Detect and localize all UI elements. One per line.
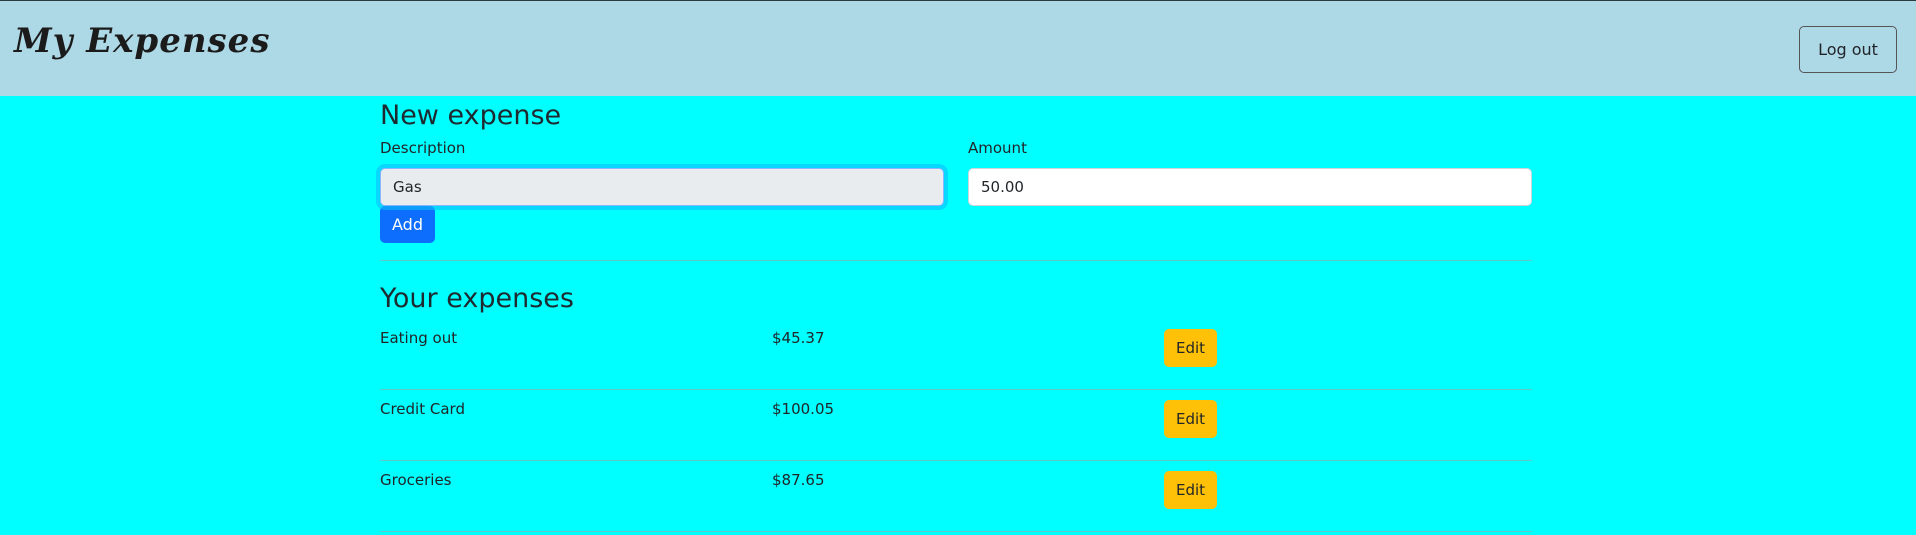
- expense-amount: $100.05: [772, 400, 835, 418]
- main-content: New expense Description Amount Add Your …: [380, 96, 1532, 532]
- description-label: Description: [380, 139, 466, 157]
- description-input[interactable]: [380, 168, 944, 206]
- expense-row: Eating out $45.37 Edit: [380, 319, 1532, 390]
- edit-button[interactable]: Edit: [1164, 400, 1217, 438]
- expense-description: Credit Card: [380, 400, 465, 418]
- amount-input[interactable]: [968, 168, 1532, 206]
- edit-button[interactable]: Edit: [1164, 329, 1217, 367]
- logout-button[interactable]: Log out: [1799, 26, 1897, 73]
- new-expense-form: New expense Description Amount Add: [380, 96, 1532, 243]
- brand-title[interactable]: My Expenses: [14, 21, 270, 61]
- edit-button[interactable]: Edit: [1164, 471, 1217, 509]
- amount-group: Amount: [968, 136, 1532, 206]
- new-expense-heading: New expense: [380, 100, 562, 131]
- expense-amount: $87.65: [772, 471, 825, 489]
- add-button[interactable]: Add: [380, 206, 435, 243]
- description-group: Description: [380, 136, 944, 206]
- amount-label: Amount: [968, 139, 1027, 157]
- expense-amount: $45.37: [772, 329, 825, 347]
- navbar: My Expenses Log out: [0, 0, 1916, 96]
- form-fields-row: Description Amount: [380, 136, 1532, 206]
- expense-row: Groceries $87.65 Edit: [380, 461, 1532, 532]
- divider: [380, 260, 1532, 261]
- expenses-heading: Your expenses: [380, 283, 574, 314]
- expense-description: Eating out: [380, 329, 458, 347]
- expense-description: Groceries: [380, 471, 452, 489]
- expenses-list: Your expenses Eating out $45.37 Edit Cre…: [380, 279, 1532, 532]
- expense-row: Credit Card $100.05 Edit: [380, 390, 1532, 461]
